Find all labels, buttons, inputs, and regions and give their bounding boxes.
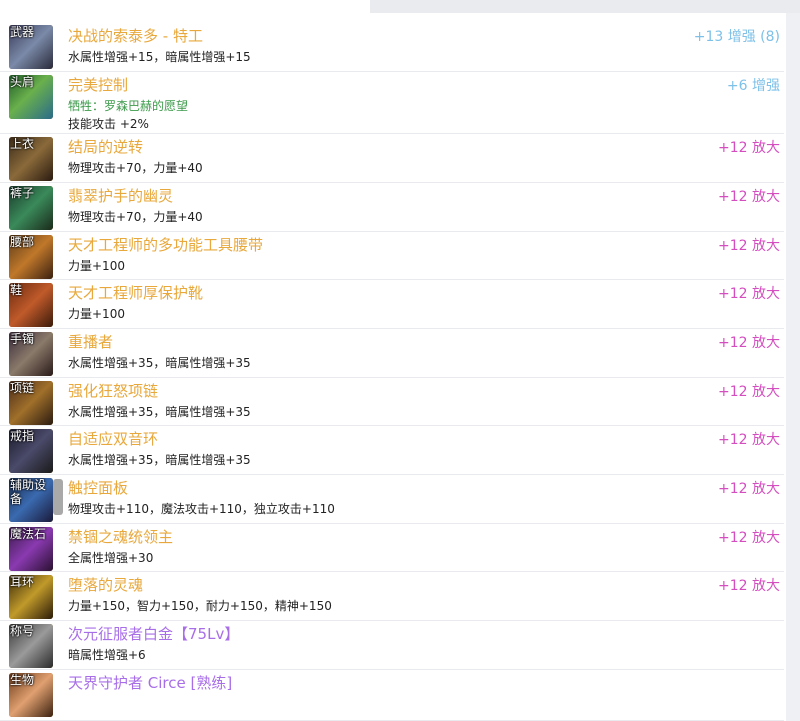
item-stat: 全属性增强+30 — [68, 551, 154, 565]
enhance-level: +12 放大 — [718, 189, 780, 205]
item-name[interactable]: 次元征服者白金【75Lv】 — [68, 625, 239, 643]
slot-label: 腰部 — [10, 235, 35, 249]
equipment-row[interactable]: 上衣 结局的逆转物理攻击+70，力量+40 +12 放大 — [0, 134, 784, 183]
creature-icon[interactable]: 生物 — [9, 673, 53, 717]
equipment-row[interactable]: 武器 决战的索泰多 - 特工水属性增强+15，暗属性增强+15 +13 增强 (8) — [0, 13, 784, 72]
scrollbar-track[interactable] — [786, 13, 800, 721]
slot-label: 耳环 — [10, 575, 35, 589]
item-stat: 技能攻击 +2% — [68, 117, 149, 131]
enhance-level: +13 增强 (8) — [693, 29, 780, 45]
magic-stone-icon[interactable]: 魔法石 — [9, 527, 53, 571]
slot-label: 武器 — [10, 25, 35, 39]
item-name[interactable]: 翡翠护手的幽灵 — [68, 187, 173, 205]
earring-icon[interactable]: 耳环 — [9, 575, 53, 619]
slot-label: 生物 — [10, 673, 35, 687]
item-stat: 力量+100 — [68, 259, 125, 273]
weapon-icon[interactable]: 武器 — [9, 25, 53, 69]
item-stat: 水属性增强+35，暗属性增强+35 — [68, 453, 251, 467]
scroll-thumb[interactable] — [53, 479, 63, 515]
title-icon[interactable]: 称号 — [9, 624, 53, 668]
item-name[interactable]: 天才工程师厚保护靴 — [68, 284, 203, 302]
equipment-row[interactable]: 魔法石 禁锢之魂统领主全属性增强+30 +12 放大 — [0, 524, 784, 572]
item-name[interactable]: 触控面板 — [68, 479, 128, 497]
slot-label: 头肩 — [10, 75, 35, 89]
item-stat: 水属性增强+15，暗属性增强+15 — [68, 50, 251, 64]
equipment-row[interactable]: 手镯 重播者水属性增强+35，暗属性增强+35 +12 放大 — [0, 329, 784, 378]
equipment-row[interactable]: 称号 次元征服者白金【75Lv】暗属性增强+6 — [0, 621, 784, 670]
necklace-icon[interactable]: 项链 — [9, 381, 53, 425]
slot-label: 裤子 — [10, 186, 35, 200]
equipment-row[interactable]: 耳环 堕落的灵魂力量+150，智力+150，耐力+150，精神+150 +12 放大 — [0, 572, 784, 621]
equipment-row[interactable]: 辅助设 备 触控面板物理攻击+110，魔法攻击+110，独立攻击+110 +12 放… — [0, 475, 784, 524]
item-name[interactable]: 自适应双音环 — [68, 430, 158, 448]
item-stat: 水属性增强+35，暗属性增强+35 — [68, 356, 251, 370]
item-name[interactable]: 完美控制 — [68, 76, 128, 94]
item-name[interactable]: 天界守护者 Circe [熟练] — [68, 674, 232, 692]
item-name[interactable]: 强化狂怒项链 — [68, 382, 158, 400]
enhance-level: +12 放大 — [718, 530, 780, 546]
enhance-level: +12 放大 — [718, 432, 780, 448]
item-name[interactable]: 结局的逆转 — [68, 138, 143, 156]
equipment-row[interactable]: 头肩 完美控制牺牲：罗森巴赫的愿望 技能攻击 +2% +6 增强 — [0, 72, 784, 134]
enhance-level: +12 放大 — [718, 286, 780, 302]
equipment-row[interactable]: 项链 强化狂怒项链水属性增强+35，暗属性增强+35 +12 放大 — [0, 378, 784, 426]
slot-label: 戒指 — [10, 429, 35, 443]
item-name[interactable]: 天才工程师的多功能工具腰带 — [68, 236, 263, 254]
slot-label: 称号 — [10, 624, 35, 638]
item-name[interactable]: 堕落的灵魂 — [68, 576, 143, 594]
enhance-level: +6 增强 — [726, 78, 780, 94]
item-name[interactable]: 禁锢之魂统领主 — [68, 528, 173, 546]
equipment-row[interactable]: 戒指 自适应双音环水属性增强+35，暗属性增强+35 +12 放大 — [0, 426, 784, 475]
enhance-level: +12 放大 — [718, 140, 780, 156]
slot-label: 魔法石 — [10, 527, 47, 541]
top-icon[interactable]: 上衣 — [9, 137, 53, 181]
slot-label: 辅助设 备 — [10, 478, 47, 506]
equipment-row[interactable]: 腰部 天才工程师的多功能工具腰带力量+100 +12 放大 — [0, 232, 784, 280]
equipment-row[interactable]: 鞋 天才工程师厚保护靴力量+100 +12 放大 — [0, 280, 784, 329]
support-equipment-icon[interactable]: 辅助设 备 — [9, 478, 53, 522]
item-stat: 物理攻击+110，魔法攻击+110，独立攻击+110 — [68, 502, 335, 516]
item-stat: 暗属性增强+6 — [68, 648, 146, 662]
item-stat: 物理攻击+70，力量+40 — [68, 161, 203, 175]
enhance-level: +12 放大 — [718, 481, 780, 497]
enhance-level: +12 放大 — [718, 578, 780, 594]
slot-label: 上衣 — [10, 137, 35, 151]
slot-label: 手镯 — [10, 332, 35, 346]
item-name[interactable]: 决战的索泰多 - 特工 — [68, 27, 203, 45]
equipment-panel: 武器 决战的索泰多 - 特工水属性增强+15，暗属性增强+15 +13 增强 (8)… — [0, 13, 786, 721]
belt-icon[interactable]: 腰部 — [9, 235, 53, 279]
equipment-row[interactable]: 生物 天界守护者 Circe [熟练] — [0, 670, 784, 721]
item-name[interactable]: 重播者 — [68, 333, 113, 351]
ring-icon[interactable]: 戒指 — [9, 429, 53, 473]
slot-label: 鞋 — [10, 283, 23, 297]
top-bar — [0, 0, 800, 13]
equipment-row[interactable]: 裤子 翡翠护手的幽灵物理攻击+70，力量+40 +12 放大 — [0, 183, 784, 232]
item-stat: 力量+150，智力+150，耐力+150，精神+150 — [68, 599, 332, 613]
item-stat: 水属性增强+35，暗属性增强+35 — [68, 405, 251, 419]
pants-icon[interactable]: 裤子 — [9, 186, 53, 230]
item-stat: 力量+100 — [68, 307, 125, 321]
bracelet-icon[interactable]: 手镯 — [9, 332, 53, 376]
boots-icon[interactable]: 鞋 — [9, 283, 53, 327]
slot-label: 项链 — [10, 381, 35, 395]
shoulder-icon[interactable]: 头肩 — [9, 75, 53, 119]
item-stat: 物理攻击+70，力量+40 — [68, 210, 203, 224]
enhance-level: +12 放大 — [718, 384, 780, 400]
enhance-level: +12 放大 — [718, 238, 780, 254]
enhance-level: +12 放大 — [718, 335, 780, 351]
item-stat: 牺牲：罗森巴赫的愿望 — [68, 99, 189, 113]
